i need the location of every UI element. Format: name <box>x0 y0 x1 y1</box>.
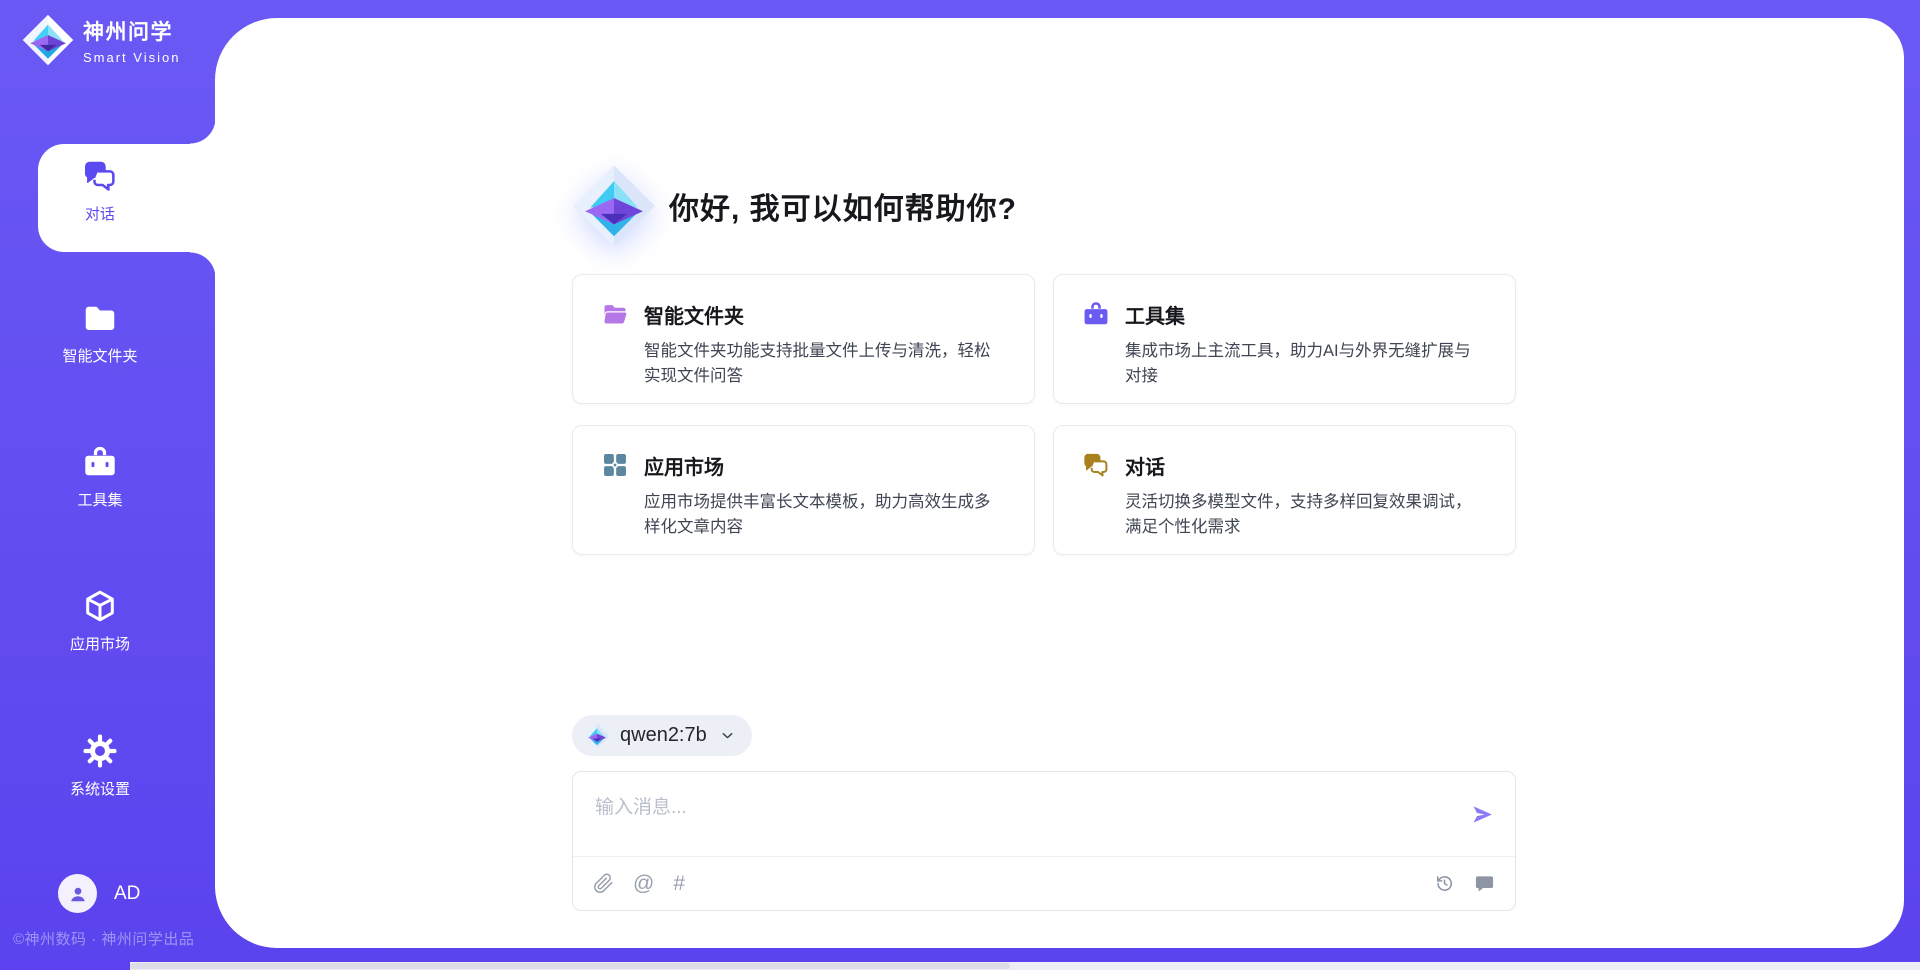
at-icon: @ <box>633 872 654 896</box>
paperclip-icon <box>593 873 614 894</box>
chat-icon <box>1082 451 1110 479</box>
new-chat-button[interactable] <box>1474 873 1495 894</box>
cube-icon <box>82 588 118 624</box>
brand: 神州问学 Smart Vision <box>22 14 180 66</box>
card-body: 对话 灵活切换多模型文件，支持多样回复效果调试，满足个性化需求 <box>1125 451 1487 529</box>
chat-square-icon <box>1474 873 1495 894</box>
person-icon <box>66 882 90 906</box>
card-app-market[interactable]: 应用市场 应用市场提供丰富长文本模板，助力高效生成多样化文章内容 <box>572 425 1035 555</box>
composer-toolbar: @ # <box>573 857 1515 910</box>
content-column: 你好, 我可以如何帮助你? 智能文件夹 智能文件夹功能支持批量文件上传与清洗，轻… <box>572 164 1516 911</box>
model-selector[interactable]: qwen2:7b <box>572 715 752 756</box>
card-title: 工具集 <box>1125 300 1487 329</box>
chat-icon <box>82 158 118 194</box>
card-body: 工具集 集成市场上主流工具，助力AI与外界无缝扩展与对接 <box>1125 300 1487 378</box>
chevron-down-icon <box>719 727 736 744</box>
copyright-text: ©神州数码 · 神州问学出品 <box>13 928 194 949</box>
history-button[interactable] <box>1434 873 1455 894</box>
sidebar-item-chat[interactable]: 对话 <box>0 158 200 224</box>
horizontal-scrollbar[interactable] <box>130 962 1920 970</box>
send-icon <box>1470 802 1495 827</box>
card-body: 智能文件夹 智能文件夹功能支持批量文件上传与清洗，轻松实现文件问答 <box>644 300 1006 378</box>
card-smart-folder[interactable]: 智能文件夹 智能文件夹功能支持批量文件上传与清洗，轻松实现文件问答 <box>572 274 1035 404</box>
card-toolbox[interactable]: 工具集 集成市场上主流工具，助力AI与外界无缝扩展与对接 <box>1053 274 1516 404</box>
sidebar-item-toolbox[interactable]: 工具集 <box>0 444 200 510</box>
model-selector-row: qwen2:7b <box>572 715 1516 756</box>
card-description: 应用市场提供丰富长文本模板，助力高效生成多样化文章内容 <box>644 490 1006 540</box>
greeting: 你好, 我可以如何帮助你? <box>572 164 1516 248</box>
sidebar-item-app-market[interactable]: 应用市场 <box>0 588 200 654</box>
history-icon <box>1434 873 1455 894</box>
sidebar-item-label: 应用市场 <box>70 633 130 654</box>
brand-subtitle: Smart Vision <box>83 50 180 65</box>
card-body: 应用市场 应用市场提供丰富长文本模板，助力高效生成多样化文章内容 <box>644 451 1006 529</box>
feature-cards: 智能文件夹 智能文件夹功能支持批量文件上传与清洗，轻松实现文件问答 工具集 集成… <box>572 274 1516 555</box>
sidebar-item-label: 工具集 <box>77 489 122 510</box>
nav-active-fillet-bottom <box>190 252 216 278</box>
sidebar-item-settings[interactable]: 系统设置 <box>0 733 200 799</box>
nav-active-fillet-top <box>190 118 216 144</box>
model-name: qwen2:7b <box>620 724 707 747</box>
folder-icon <box>601 300 629 328</box>
composer-input-area <box>573 772 1515 856</box>
brand-logo-diamond-icon <box>22 14 74 66</box>
sidebar-item-label: 系统设置 <box>70 778 130 799</box>
card-chat[interactable]: 对话 灵活切换多模型文件，支持多样回复效果调试，满足个性化需求 <box>1053 425 1516 555</box>
brand-text: 神州问学 Smart Vision <box>83 16 180 65</box>
send-button[interactable] <box>1470 802 1495 830</box>
sidebar: 神州问学 Smart Vision 对话 智能文件夹 工具集 <box>0 0 215 970</box>
sidebar-item-smart-folder[interactable]: 智能文件夹 <box>0 300 200 366</box>
card-description: 灵活切换多模型文件，支持多样回复效果调试，满足个性化需求 <box>1125 490 1487 540</box>
gear-icon <box>82 733 118 769</box>
card-description: 智能文件夹功能支持批量文件上传与清洗，轻松实现文件问答 <box>644 339 1006 389</box>
model-logo-diamond-icon <box>584 723 610 749</box>
user-profile[interactable]: AD <box>58 874 140 913</box>
message-input[interactable] <box>595 792 1458 848</box>
message-composer: @ # <box>572 771 1516 911</box>
topic-button[interactable]: # <box>673 872 685 896</box>
folder-icon <box>82 300 118 336</box>
user-name: AD <box>114 883 140 905</box>
app-logo-diamond-icon <box>572 164 656 248</box>
card-description: 集成市场上主流工具，助力AI与外界无缝扩展与对接 <box>1125 339 1487 389</box>
toolbox-icon <box>1082 300 1110 328</box>
attach-button[interactable] <box>593 873 614 894</box>
grid-icon <box>601 451 629 479</box>
toolbox-icon <box>82 444 118 480</box>
mention-button[interactable]: @ <box>633 872 654 896</box>
sidebar-item-label: 对话 <box>85 203 115 224</box>
greeting-title: 你好, 我可以如何帮助你? <box>669 184 1017 228</box>
main-panel: 你好, 我可以如何帮助你? 智能文件夹 智能文件夹功能支持批量文件上传与清洗，轻… <box>215 18 1904 948</box>
hash-icon: # <box>673 872 685 896</box>
sidebar-item-label: 智能文件夹 <box>62 345 137 366</box>
card-title: 智能文件夹 <box>644 300 1006 329</box>
card-title: 对话 <box>1125 451 1487 480</box>
card-title: 应用市场 <box>644 451 1006 480</box>
scrollbar-thumb[interactable] <box>130 963 1010 969</box>
brand-name: 神州问学 <box>83 16 180 46</box>
avatar <box>58 874 97 913</box>
